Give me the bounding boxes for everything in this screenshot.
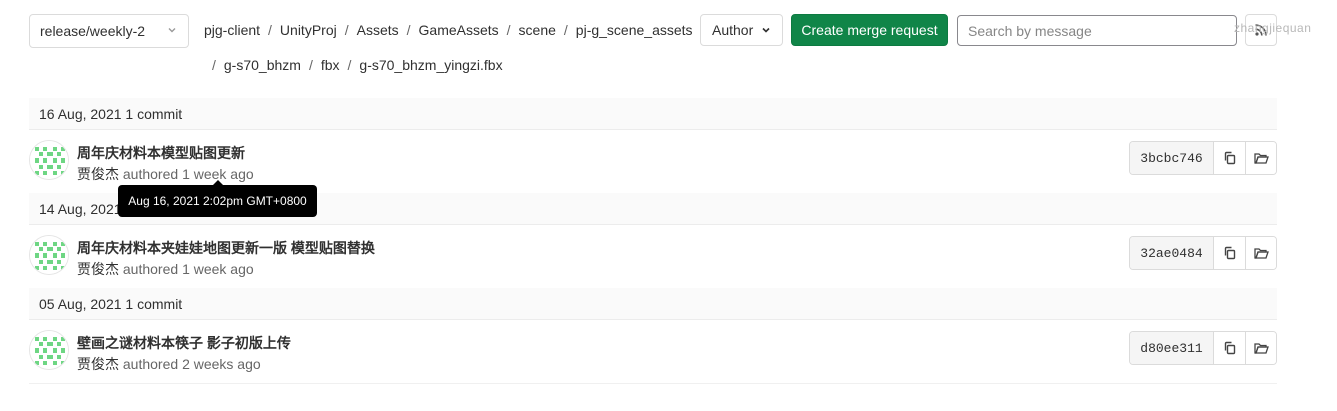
folder-open-icon (1253, 152, 1269, 164)
timestamp-tooltip: Aug 16, 2021 2:02pm GMT+0800 (118, 180, 317, 217)
commit-authored-label: authored (122, 261, 179, 277)
browse-files-button[interactable] (1245, 332, 1276, 364)
breadcrumb-separator: / (268, 22, 272, 38)
commit-meta: 贾俊杰 authored 1 week ago (77, 164, 254, 184)
branch-select[interactable]: release/weekly-2 (29, 14, 189, 48)
breadcrumb-item[interactable]: fbx (321, 57, 340, 73)
commit-title[interactable]: 壁画之谜材料本筷子 影子初版上传 (77, 333, 291, 353)
copy-icon (1224, 151, 1235, 165)
branch-name: release/weekly-2 (40, 23, 146, 39)
author-filter-label: Author (712, 22, 754, 38)
search-input[interactable] (957, 15, 1237, 46)
identicon (30, 331, 68, 369)
avatar[interactable] (29, 330, 69, 370)
chevron-down-icon (762, 27, 770, 33)
breadcrumb-current-file[interactable]: g-s70_bhzm_yingzi.fbx (359, 57, 502, 73)
avatar[interactable] (29, 140, 69, 180)
create-merge-request-button[interactable]: Create merge request (791, 14, 948, 46)
breadcrumb-separator: / (308, 57, 313, 73)
commit-sha[interactable]: 3bcbc746 (1130, 142, 1214, 174)
browse-files-button[interactable] (1245, 237, 1276, 269)
folder-open-icon (1253, 247, 1269, 259)
breadcrumb-separator: / (212, 57, 216, 73)
commit-author[interactable]: 贾俊杰 (77, 261, 119, 277)
rss-icon (1255, 24, 1267, 36)
chevron-down-icon (168, 28, 176, 33)
commit-meta: 贾俊杰 authored 2 weeks ago (77, 354, 261, 374)
avatar[interactable] (29, 235, 69, 275)
breadcrumb-continued: / g-s70_bhzm / fbx / g-s70_bhzm_yingzi.fbx (212, 57, 503, 73)
commit-author[interactable]: 贾俊杰 (77, 166, 119, 182)
breadcrumb-item[interactable]: Assets (357, 22, 399, 38)
breadcrumb-separator: / (344, 22, 349, 38)
commit-title[interactable]: 周年庆材料本模型贴图更新 (77, 143, 245, 163)
commit-day-header: 16 Aug, 2021 1 commit (29, 98, 1277, 130)
copy-sha-button[interactable] (1214, 237, 1245, 269)
commit-time[interactable]: 1 week ago (182, 261, 254, 277)
browse-files-button[interactable] (1245, 142, 1276, 174)
breadcrumb-item[interactable]: scene (519, 22, 556, 38)
copy-icon (1224, 341, 1235, 355)
copy-icon (1224, 246, 1235, 260)
breadcrumb-item[interactable]: pjg-client (204, 22, 260, 38)
create-merge-request-label: Create merge request (801, 22, 938, 38)
commit-meta: 贾俊杰 authored 1 week ago (77, 259, 254, 279)
breadcrumb-separator: / (506, 22, 511, 38)
copy-sha-button[interactable] (1214, 142, 1245, 174)
copy-sha-button[interactable] (1214, 332, 1245, 364)
breadcrumb-separator: / (563, 22, 568, 38)
commit-sha-group: 32ae0484 (1129, 236, 1277, 270)
commit-time[interactable]: 2 weeks ago (182, 356, 261, 372)
identicon (30, 141, 68, 179)
rss-button[interactable] (1245, 14, 1277, 46)
breadcrumb-item[interactable]: g-s70_bhzm (224, 57, 301, 73)
commit-sha-group: 3bcbc746 (1129, 141, 1277, 175)
breadcrumb-separator: / (406, 22, 411, 38)
breadcrumb-item[interactable]: pj-g_scene_assets (576, 22, 693, 38)
identicon (30, 236, 68, 274)
author-filter-button[interactable]: Author (700, 14, 783, 46)
commit-authored-label: authored (122, 356, 179, 372)
breadcrumb-item[interactable]: GameAssets (419, 22, 499, 38)
commit-sha[interactable]: 32ae0484 (1130, 237, 1214, 269)
commit-sha[interactable]: d80ee311 (1130, 332, 1214, 364)
commit-author[interactable]: 贾俊杰 (77, 356, 119, 372)
breadcrumb-item[interactable]: UnityProj (280, 22, 337, 38)
breadcrumb: pjg-client / UnityProj / Assets / GameAssets / s… (204, 22, 693, 38)
commit-authored-label: authored (122, 166, 179, 182)
breadcrumb-separator: / (347, 57, 352, 73)
commit-sha-group: d80ee311 (1129, 331, 1277, 365)
commit-row: 周年庆材料本夹娃娃地图更新一版 模型贴图替换 贾俊杰 authored 1 we… (29, 225, 1277, 289)
commit-row: 壁画之谜材料本筷子 影子初版上传 贾俊杰 authored 2 weeks ag… (29, 320, 1277, 384)
commit-day-header: 05 Aug, 2021 1 commit (29, 288, 1277, 320)
commit-title[interactable]: 周年庆材料本夹娃娃地图更新一版 模型贴图替换 (77, 238, 375, 258)
folder-open-icon (1253, 342, 1269, 354)
